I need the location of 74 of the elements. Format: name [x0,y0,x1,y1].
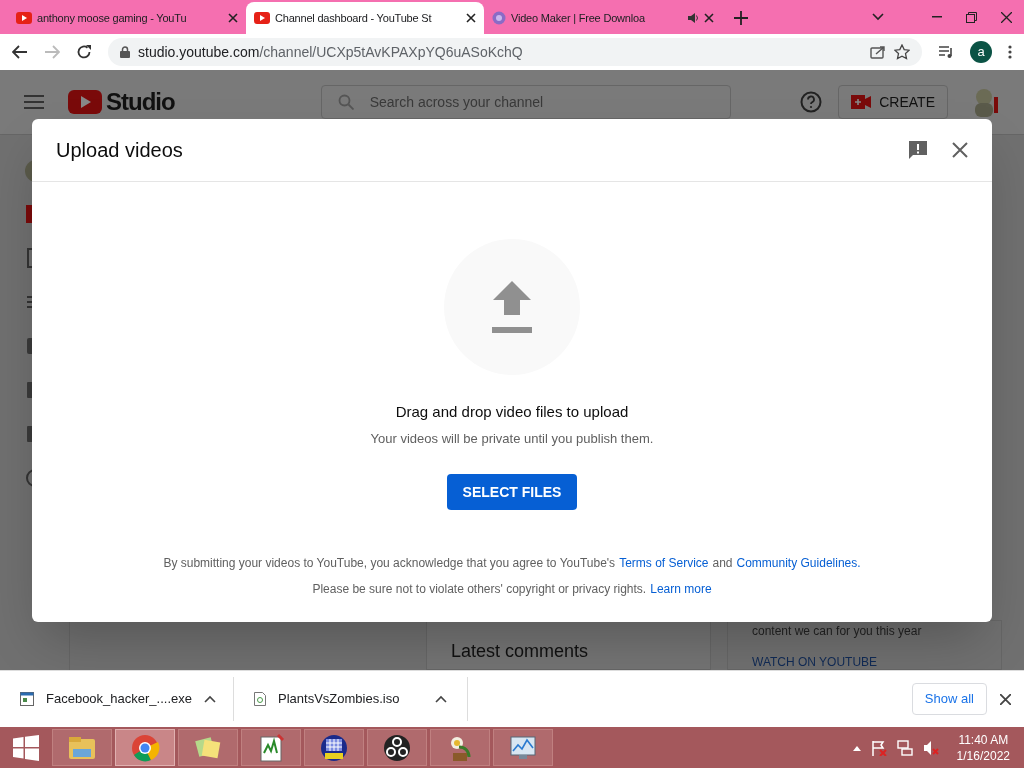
youtube-icon [16,12,32,24]
card-text: content we can for you this year [752,623,923,640]
avatar-icon[interactable] [972,87,1000,117]
tab-title: Video Maker | Free Downloa [511,10,646,26]
search-placeholder: Search across your channel [369,92,544,112]
windows-start-icon[interactable] [13,734,39,761]
upload-icon[interactable] [491,281,533,333]
reload-icon[interactable] [76,44,92,60]
tab-title: Channel dashboard - YouTube St [275,10,433,26]
close-icon[interactable] [1001,11,1012,23]
clock-time[interactable]: 11:40 AM [958,731,1009,748]
obs-icon [382,732,412,763]
legal-text: and [712,555,733,572]
youtube-logo-icon [68,90,102,114]
restore-icon[interactable] [966,11,977,23]
muted-speaker-icon[interactable] [922,739,939,756]
chrome-icon [130,732,160,763]
help-icon[interactable] [800,91,823,113]
tab-title: anthony moose gaming - YouTu [37,10,188,26]
lock-icon [120,46,130,58]
taskbar-button[interactable] [367,729,427,766]
select-files-button[interactable]: SELECT FILES [446,474,578,510]
download-item[interactable]: PlantsVsZombies.iso [234,677,468,721]
caret-icon[interactable] [435,695,447,703]
camera-plus-icon [851,95,872,109]
download-file-name: PlantsVsZombies.iso [278,690,400,709]
clock-date[interactable]: 1/16/2022 [956,747,1010,764]
studio-logo-text: Studio [106,87,175,117]
close-icon[interactable] [1000,693,1011,705]
browser-tab[interactable]: anthony moose gaming - YouTu [8,2,246,34]
close-icon[interactable] [228,13,238,23]
forward-icon [44,45,60,59]
close-icon[interactable] [704,13,714,23]
profile-avatar[interactable]: a [970,41,992,63]
share-icon[interactable] [870,45,886,59]
feedback-icon[interactable] [908,140,928,160]
show-all-button[interactable]: Show all [911,683,987,715]
legal-text: By submitting your videos to YouTube, you acknowledge that you agree to YouTube's [163,555,616,572]
legal-text: Please be sure not to violate others' copyright or privacy rights. [312,581,647,598]
dialog-headline: Drag and drop video files to upload [395,402,629,422]
minimize-icon[interactable] [932,16,942,18]
globe-icon [492,11,506,25]
guidelines-link[interactable]: Community Guidelines. [736,554,861,572]
download-file-name: Facebook_hacker_....exe [46,690,192,709]
back-icon[interactable] [12,45,28,59]
star-icon[interactable] [894,44,910,60]
download-item[interactable]: Facebook_hacker_....exe [0,677,234,721]
chevron-up-icon[interactable] [852,744,861,751]
learn-more-link[interactable]: Learn more [650,580,712,598]
search-icon [337,94,354,110]
dialog-subline: Your videos will be private until you publish them. [370,429,654,448]
taskbar-button[interactable] [304,729,364,766]
browser-tab[interactable]: Video Maker | Free Downloa [484,2,722,34]
flag-icon[interactable] [870,739,887,756]
create-button[interactable]: CREATE [838,85,948,119]
terms-link[interactable]: Terms of Service [619,554,709,572]
menu-icon[interactable] [24,95,44,109]
youtube-icon [254,12,270,24]
new-tab-icon[interactable] [734,11,748,25]
browser-tab[interactable]: Channel dashboard - YouTube St [246,2,484,34]
close-icon[interactable] [466,13,476,23]
close-icon[interactable] [952,142,968,158]
caret-icon[interactable] [204,695,216,703]
program-file-icon [20,692,34,706]
dialog-title: Upload videos [56,138,184,163]
address-bar[interactable]: studio.youtube.com/channel/UCXp5tAvKPAXpYQ6uASoKchQ [108,38,922,66]
network-icon[interactable] [896,739,913,756]
tab-list-icon[interactable] [872,13,884,21]
media-control-icon[interactable] [938,45,954,59]
card-heading: Latest comments [451,640,589,663]
disc-file-icon [254,692,266,706]
more-icon[interactable] [1008,45,1012,59]
game-grid-icon [319,732,349,763]
url-text: studio.youtube.com/channel/UCXp5tAvKPAXpYQ6uASoKchQ [138,42,523,62]
